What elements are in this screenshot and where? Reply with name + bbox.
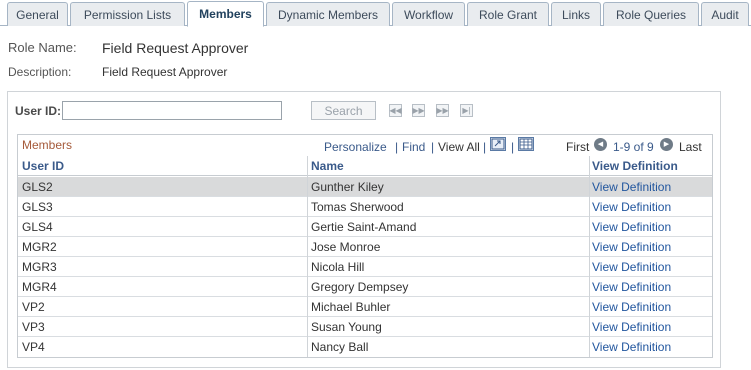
view-definition-link[interactable]: View Definition <box>592 300 671 314</box>
user-id-input[interactable] <box>62 101 282 120</box>
view-definition-link[interactable]: View Definition <box>592 220 671 234</box>
tab-general[interactable]: General <box>7 2 68 26</box>
cell-user-id: MGR4 <box>22 280 57 294</box>
cell-user-id: MGR3 <box>22 260 57 274</box>
cell-name: Jose Monroe <box>311 240 381 254</box>
row-range: 1-9 of 9 <box>613 140 654 154</box>
tab-dynamic-members[interactable]: Dynamic Members <box>266 2 390 26</box>
cell-user-id: GLS4 <box>22 220 53 234</box>
next-row-icon[interactable]: ▶ <box>660 138 673 151</box>
cell-name: Tomas Sherwood <box>311 200 404 214</box>
view-definition-link[interactable]: View Definition <box>592 240 671 254</box>
first-link[interactable]: First <box>566 140 589 154</box>
tab-links[interactable]: Links <box>551 2 601 26</box>
previous-row-icon[interactable]: ◀ <box>594 138 607 151</box>
description-value: Field Request Approver <box>102 65 228 79</box>
tab-label: General <box>16 7 59 22</box>
column-divider <box>307 156 308 357</box>
role-name-value: Field Request Approver <box>102 40 249 56</box>
spreadsheet-icon-svg <box>519 138 533 150</box>
previous-page-icon[interactable]: ▶▶ <box>412 104 425 117</box>
tab-permission-lists[interactable]: Permission Lists <box>70 2 185 26</box>
cell-name: Gunther Kiley <box>311 180 384 194</box>
separator: | <box>395 140 399 154</box>
view-definition-link[interactable]: View Definition <box>592 340 671 354</box>
tab-members[interactable]: Members <box>187 1 264 27</box>
zoom-grid-icon-svg <box>491 138 505 150</box>
personalize-link[interactable]: Personalize <box>324 140 387 154</box>
cell-user-id: VP4 <box>22 340 45 354</box>
separator: | <box>431 140 435 154</box>
tab-label: Dynamic Members <box>277 7 379 22</box>
user-id-label: User ID: <box>15 104 62 118</box>
description-label: Description: <box>8 65 72 79</box>
tab-role-grant[interactable]: Role Grant <box>467 2 549 26</box>
view-definition-link[interactable]: View Definition <box>592 260 671 274</box>
cell-user-id: VP3 <box>22 320 45 334</box>
grid-title: Members <box>22 138 73 152</box>
find-link[interactable]: Find <box>402 140 425 154</box>
tab-workflow[interactable]: Workflow <box>392 2 465 26</box>
column-header-view-definition[interactable]: View Definition <box>592 159 678 173</box>
tab-label: Audit <box>711 7 739 22</box>
tab-label: Role Queries <box>615 7 687 22</box>
view-all-link[interactable]: View All <box>438 140 480 154</box>
tab-audit[interactable]: Audit <box>701 2 749 26</box>
cell-name: Gertie Saint-Amand <box>311 220 417 234</box>
role-name-label: Role Name: <box>8 40 77 55</box>
cell-user-id: GLS3 <box>22 200 53 214</box>
column-header-name[interactable]: Name <box>311 159 344 173</box>
tab-role-queries[interactable]: Role Queries <box>603 2 699 26</box>
search-button[interactable]: Search <box>311 101 376 120</box>
view-definition-link[interactable]: View Definition <box>592 200 671 214</box>
last-page-icon[interactable]: ▶| <box>460 104 473 117</box>
cell-name: Gregory Dempsey <box>311 280 409 294</box>
tab-label: Workflow <box>403 7 454 22</box>
cell-name: Michael Buhler <box>311 300 391 314</box>
last-link[interactable]: Last <box>679 140 702 154</box>
column-header-user-id[interactable]: User ID <box>22 159 64 173</box>
cell-user-id: VP2 <box>22 300 45 314</box>
separator: | <box>511 140 515 154</box>
tab-bar: General Permission Lists Members Dynamic… <box>0 0 751 27</box>
view-definition-link[interactable]: View Definition <box>592 180 671 194</box>
cell-name: Nicola Hill <box>311 260 365 274</box>
cell-name: Susan Young <box>311 320 382 334</box>
view-definition-link[interactable]: View Definition <box>592 280 671 294</box>
tab-label: Members <box>199 7 252 21</box>
zoom-grid-icon[interactable] <box>490 137 506 151</box>
column-divider <box>589 156 590 357</box>
next-page-icon[interactable]: ▶▶ <box>436 104 449 117</box>
tab-label: Links <box>561 7 590 22</box>
download-spreadsheet-icon[interactable] <box>518 137 534 151</box>
separator: | <box>483 140 487 154</box>
cell-name: Nancy Ball <box>311 340 369 354</box>
tab-label: Permission Lists <box>83 7 172 22</box>
cell-user-id: GLS2 <box>22 180 53 194</box>
view-definition-link[interactable]: View Definition <box>592 320 671 334</box>
tab-label: Role Grant <box>478 7 538 22</box>
first-page-icon[interactable]: ◀◀ <box>389 104 402 117</box>
cell-user-id: MGR2 <box>22 240 57 254</box>
